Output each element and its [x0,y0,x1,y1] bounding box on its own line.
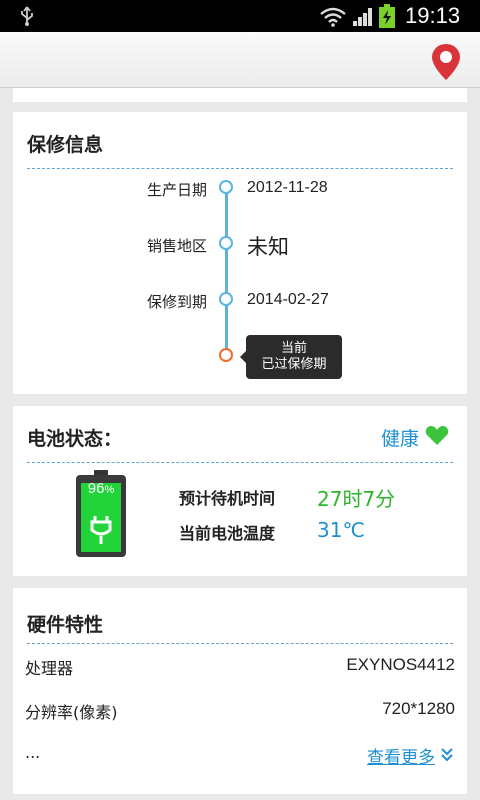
timeline-line [225,189,228,355]
heart-icon [425,426,449,450]
battery-percent: 96% [79,480,123,497]
resolution-value: 720*1280 [382,699,455,718]
clock: 19:13 [405,3,461,28]
battery-temp-value: 31℃ [317,518,365,542]
sales-region-label: 销售地区 [146,237,207,255]
battery-charging-icon [378,4,396,32]
battery-card: 电池状态： 健康 96% 预计待机时间 27时7分 当前电池温度 31℃ [13,406,467,576]
tooltip-line: 已过保修期 [261,357,327,372]
processor-label: 处理器 [25,659,74,678]
processor-value: EXYNOS4412 [346,655,455,674]
wifi-icon [320,7,346,31]
standby-time-label: 预计待机时间 [179,489,276,508]
timeline-dot [219,236,233,250]
location-pin-icon[interactable] [430,42,462,82]
production-date-label: 生产日期 [146,181,207,199]
status-bar: 19:13 [0,0,480,32]
standby-time-value: 27时7分 [317,487,396,511]
signal-icon [352,7,374,31]
double-chevron-down-icon[interactable] [441,747,453,766]
divider [27,168,453,169]
battery-temp-label: 当前电池温度 [179,524,276,543]
warranty-status-tooltip: 当前 已过保修期 [240,335,342,379]
warranty-title: 保修信息 [27,134,104,156]
battery-percent-unit: % [104,484,115,496]
hardware-title: 硬件特性 [27,614,104,636]
divider [27,462,453,463]
previous-card-edge [13,88,467,102]
battery-percent-value: 96 [87,480,105,497]
timeline-current-dot [219,348,233,362]
warranty-card: 保修信息 生产日期 2012-11-28 销售地区 未知 保修到期 2014-0… [13,112,467,394]
ellipsis-text: ... [25,743,41,762]
battery-health-status: 健康 [380,428,419,450]
divider [27,643,453,644]
sales-region-value: 未知 [247,235,289,259]
timeline-dot [219,292,233,306]
action-bar [0,32,480,88]
battery-title: 电池状态： [27,428,123,450]
hardware-card: 硬件特性 处理器 EXYNOS4412 分辨率(像素) 720*1280 ...… [13,588,467,794]
timeline-dot [219,180,233,194]
view-more-link[interactable]: 查看更多 [367,743,435,768]
resolution-label: 分辨率(像素) [25,703,118,722]
usb-icon [18,6,36,30]
tooltip-line: 当前 [280,341,307,356]
warranty-expiry-label: 保修到期 [146,293,207,311]
warranty-expiry-value: 2014-02-27 [247,291,329,308]
production-date-value: 2012-11-28 [247,179,328,196]
